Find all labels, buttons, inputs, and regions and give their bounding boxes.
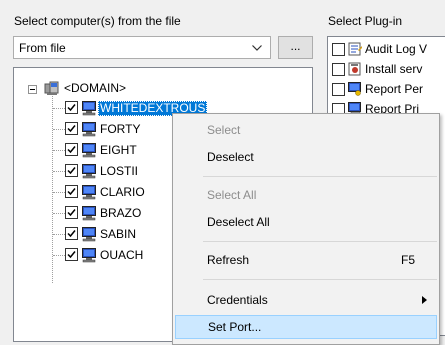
tree-item-label[interactable]: SABIN [98,227,138,242]
tree-item-checkbox[interactable] [65,164,78,177]
menu-item-label: Deselect All [207,215,270,229]
menu-item-select-all[interactable]: Select All [175,183,437,207]
menu-item-deselect-all[interactable]: Deselect All [175,210,437,234]
plugin-checkbox[interactable] [332,43,345,56]
tree-item-label[interactable]: OUACH [98,248,145,263]
plugin-checkbox[interactable] [332,63,345,76]
menu-item-shortcut: F5 [400,253,415,267]
computer-icon [82,164,96,179]
tree-item-checkbox[interactable] [65,143,78,156]
submenu-arrow-icon [422,296,427,304]
tree-item-label[interactable]: FORTY [98,122,142,137]
menu-item-set-port[interactable]: Set Port... [175,315,437,339]
menu-item-select[interactable]: Select [175,118,437,142]
audit-log-icon [348,42,362,56]
menu-item-label: Credentials [207,293,268,307]
plugin-checkbox[interactable] [332,83,345,96]
menu-item-label: Set Port... [208,320,262,334]
menu-separator [203,241,437,242]
tree-item-label[interactable]: BRAZO [98,206,143,221]
plugin-item-label: Install serv [365,62,423,76]
menu-item-deselect[interactable]: Deselect [175,145,437,169]
tree-item-label[interactable]: LOSTII [98,164,140,179]
computer-icon [82,185,96,200]
computer-icon [82,248,96,263]
tree-item-checkbox[interactable] [65,206,78,219]
tree-item-checkbox[interactable] [65,185,78,198]
computer-icon [82,122,96,137]
computer-icon [82,101,96,116]
context-menu: Select Deselect Select All Deselect All … [172,113,440,345]
menu-separator [203,279,437,280]
tree-item-checkbox[interactable] [65,101,78,114]
domain-node-label[interactable]: <DOMAIN> [62,81,128,96]
report-permissions-icon [348,82,361,96]
source-combobox-value: From file [19,41,66,55]
browse-button[interactable]: ... [278,36,313,59]
tree-item-label[interactable]: CLARIO [98,185,147,200]
menu-item-refresh[interactable]: Refresh F5 [175,248,437,272]
menu-item-label: Select [207,123,241,137]
collapse-toggle[interactable] [28,85,37,94]
plugin-item-label: Audit Log V [365,42,428,56]
tree-item-checkbox[interactable] [65,227,78,240]
plugin-label: Select Plug-in [328,14,403,28]
computer-icon [82,227,96,242]
menu-item-credentials[interactable]: Credentials [175,288,437,312]
tree-item-label[interactable]: EIGHT [98,143,139,158]
menu-separator [203,176,437,177]
source-combobox[interactable]: From file [13,36,271,59]
menu-item-label: Deselect [207,150,254,164]
computer-icon [82,143,96,158]
computer-source-label: Select computer(s) from the file [14,14,181,28]
menu-item-label: Refresh [207,253,250,267]
plugin-item-label: Report Per [365,82,424,96]
menu-item-label: Select All [207,188,257,202]
computer-icon [82,206,96,221]
domain-icon [44,81,59,95]
tree-item-checkbox[interactable] [65,248,78,261]
install-service-icon [348,62,361,76]
chevron-down-icon [252,45,262,51]
tree-item-checkbox[interactable] [65,122,78,135]
